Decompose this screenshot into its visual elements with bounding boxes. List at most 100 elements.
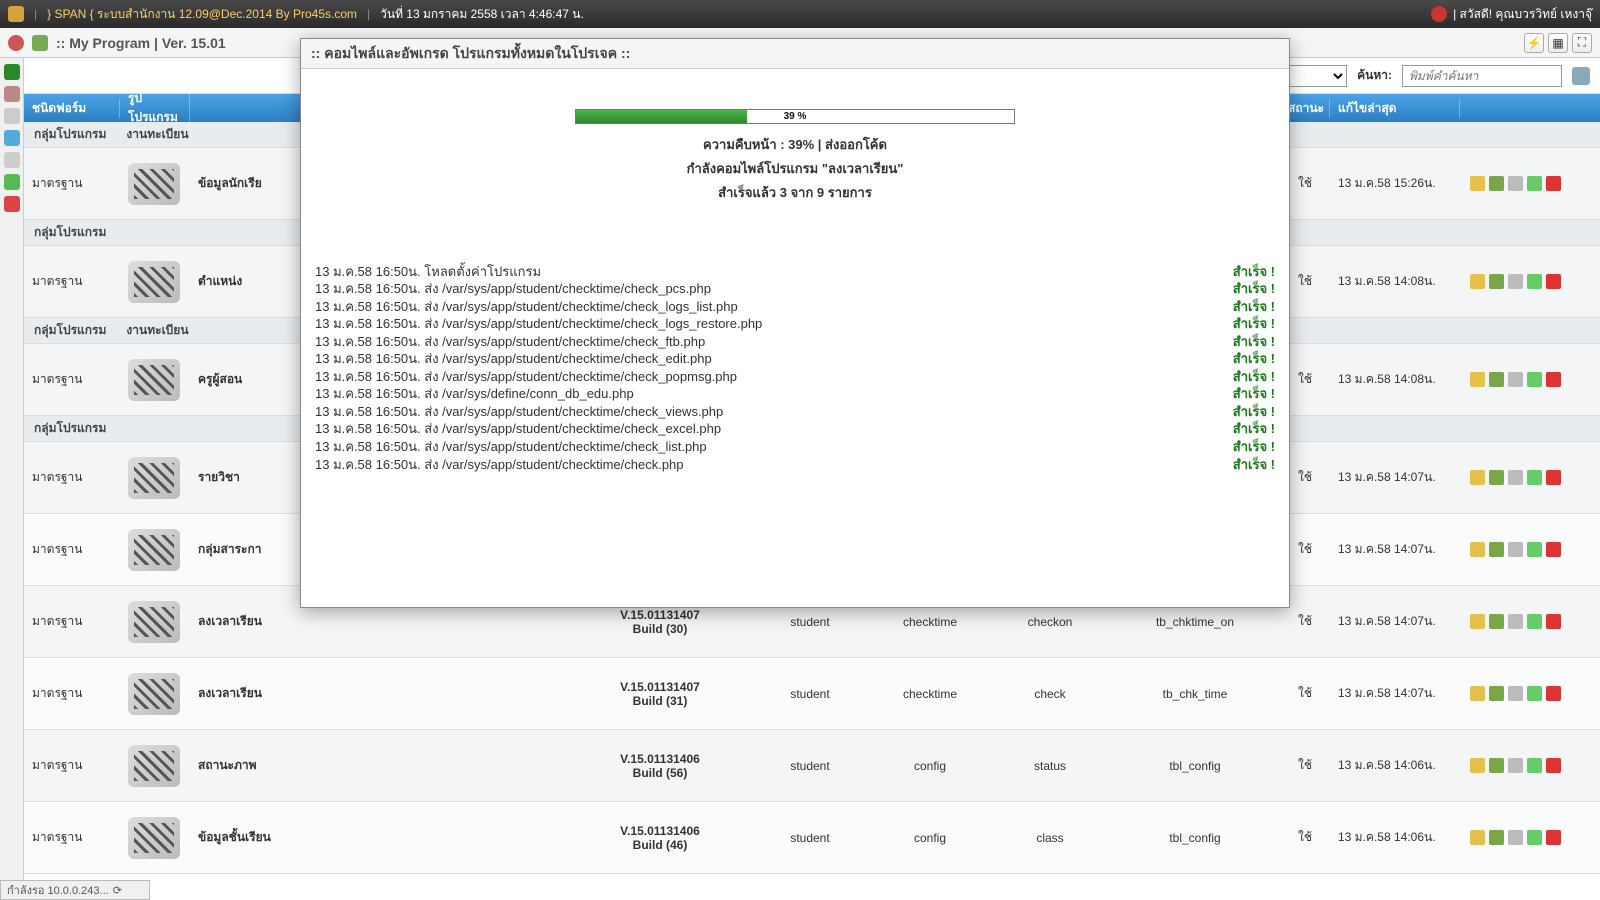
action-key-icon[interactable] xyxy=(1470,758,1485,773)
cell-image xyxy=(120,261,190,303)
action-delete-icon[interactable] xyxy=(1546,176,1561,191)
cell-module1: student xyxy=(750,687,870,701)
action-delete-icon[interactable] xyxy=(1546,470,1561,485)
action-palette-icon[interactable] xyxy=(1489,614,1504,629)
spring-icon xyxy=(128,745,180,787)
table-row[interactable]: มาตรฐานสถานะภาพV.15.01131406Build (56)st… xyxy=(24,730,1600,802)
cell-actions xyxy=(1460,614,1570,629)
search-icon[interactable] xyxy=(1572,67,1590,85)
table-row[interactable]: มาตรฐานข้อมูลชั้นเรียนV.15.01131406Build… xyxy=(24,802,1600,874)
action-key-icon[interactable] xyxy=(1470,470,1485,485)
table-row[interactable]: มาตรฐานลงเวลาเรียนV.15.01131407Build (31… xyxy=(24,658,1600,730)
app-title: } SPAN { ระบบสำนักงาน 12.09@Dec.2014 By … xyxy=(47,5,357,24)
cell-module2: config xyxy=(870,831,990,845)
rail-icon-3[interactable] xyxy=(4,108,20,124)
action-palette-icon[interactable] xyxy=(1489,758,1504,773)
spring-icon xyxy=(128,817,180,859)
col-image[interactable]: รูปโปรแกรม xyxy=(120,89,190,127)
action-copy-icon[interactable] xyxy=(1508,176,1523,191)
action-key-icon[interactable] xyxy=(1470,176,1485,191)
cell-date: 13 ม.ค.58 14:08น. xyxy=(1330,272,1460,291)
action-palette-icon[interactable] xyxy=(1489,542,1504,557)
action-edit-icon[interactable] xyxy=(1527,830,1542,845)
action-key-icon[interactable] xyxy=(1470,830,1485,845)
progress-status-1: ความคืบหน้า : 39% | ส่งออกโค้ด xyxy=(309,136,1281,154)
log-message: 13 ม.ค.58 16:50น. ส่ง /var/sys/app/stude… xyxy=(315,368,1225,386)
action-palette-icon[interactable] xyxy=(1489,686,1504,701)
action-palette-icon[interactable] xyxy=(1489,274,1504,289)
modal-body: 39 % ความคืบหน้า : 39% | ส่งออกโค้ด กำลั… xyxy=(301,69,1289,607)
action-key-icon[interactable] xyxy=(1470,372,1485,387)
action-copy-icon[interactable] xyxy=(1508,274,1523,289)
record-icon[interactable] xyxy=(8,35,24,51)
cell-module3: checkon xyxy=(990,615,1110,629)
log-line: 13 ม.ค.58 16:50น. ส่ง /var/sys/app/stude… xyxy=(315,298,1275,316)
bolt-icon: ⚡ xyxy=(1527,36,1542,50)
modal-title: :: คอมไพล์และอัพเกรด โปรแกรมทั้งหมดในโปร… xyxy=(301,39,1289,69)
compile-modal: :: คอมไพล์และอัพเกรด โปรแกรมทั้งหมดในโปร… xyxy=(300,38,1290,608)
action-palette-icon[interactable] xyxy=(1489,372,1504,387)
rail-icon-6[interactable] xyxy=(4,174,20,190)
action-copy-icon[interactable] xyxy=(1508,758,1523,773)
action-key-icon[interactable] xyxy=(1470,542,1485,557)
action-copy-icon[interactable] xyxy=(1508,542,1523,557)
cell-actions xyxy=(1460,686,1570,701)
action-delete-icon[interactable] xyxy=(1546,830,1561,845)
cell-module3: status xyxy=(990,759,1110,773)
rail-icon-7[interactable] xyxy=(4,196,20,212)
action-delete-icon[interactable] xyxy=(1546,542,1561,557)
log-message: 13 ม.ค.58 16:50น. ส่ง /var/sys/app/stude… xyxy=(315,438,1225,456)
rail-icon-2[interactable] xyxy=(4,86,20,102)
action-key-icon[interactable] xyxy=(1470,686,1485,701)
log-status: สำเร็จ ! xyxy=(1233,280,1275,298)
rail-icon-4[interactable] xyxy=(4,130,20,146)
cell-module1: student xyxy=(750,759,870,773)
action-edit-icon[interactable] xyxy=(1527,542,1542,557)
action-copy-icon[interactable] xyxy=(1508,372,1523,387)
bolt-button[interactable]: ⚡ xyxy=(1524,33,1544,53)
expand-button[interactable]: ⛶ xyxy=(1572,33,1592,53)
action-copy-icon[interactable] xyxy=(1508,830,1523,845)
action-palette-icon[interactable] xyxy=(1489,176,1504,191)
cell-table: tbl_config xyxy=(1110,831,1280,845)
log-status: สำเร็จ ! xyxy=(1233,438,1275,456)
alert-icon[interactable] xyxy=(1431,6,1447,22)
col-date[interactable]: แก้ไขล่าสุด xyxy=(1330,99,1460,118)
spring-icon xyxy=(128,163,180,205)
cell-module1: student xyxy=(750,615,870,629)
action-delete-icon[interactable] xyxy=(1546,686,1561,701)
action-key-icon[interactable] xyxy=(1470,274,1485,289)
log-status: สำเร็จ ! xyxy=(1233,420,1275,438)
action-edit-icon[interactable] xyxy=(1527,274,1542,289)
cell-module1: student xyxy=(750,831,870,845)
log-line: 13 ม.ค.58 16:50น. ส่ง /var/sys/app/stude… xyxy=(315,368,1275,386)
action-edit-icon[interactable] xyxy=(1527,686,1542,701)
action-palette-icon[interactable] xyxy=(1489,470,1504,485)
action-delete-icon[interactable] xyxy=(1546,614,1561,629)
search-input[interactable] xyxy=(1402,65,1562,87)
rail-icon-1[interactable] xyxy=(4,64,20,80)
action-edit-icon[interactable] xyxy=(1527,470,1542,485)
grid-button[interactable]: ▦ xyxy=(1548,33,1568,53)
action-copy-icon[interactable] xyxy=(1508,614,1523,629)
action-edit-icon[interactable] xyxy=(1527,176,1542,191)
action-delete-icon[interactable] xyxy=(1546,274,1561,289)
col-type[interactable]: ชนิดฟอร์ม xyxy=(24,99,120,118)
edit-icon[interactable] xyxy=(32,35,48,51)
action-palette-icon[interactable] xyxy=(1489,830,1504,845)
cell-actions xyxy=(1460,758,1570,773)
cell-name: สถานะภาพ xyxy=(190,756,570,775)
action-edit-icon[interactable] xyxy=(1527,372,1542,387)
rail-icon-5[interactable] xyxy=(4,152,20,168)
action-copy-icon[interactable] xyxy=(1508,686,1523,701)
log-message: 13 ม.ค.58 16:50น. โหลดตั้งค่าโปรแกรม xyxy=(315,263,1225,281)
action-edit-icon[interactable] xyxy=(1527,758,1542,773)
action-delete-icon[interactable] xyxy=(1546,372,1561,387)
spring-icon xyxy=(128,457,180,499)
action-key-icon[interactable] xyxy=(1470,614,1485,629)
log-line: 13 ม.ค.58 16:50น. ส่ง /var/sys/define/co… xyxy=(315,385,1275,403)
action-copy-icon[interactable] xyxy=(1508,470,1523,485)
cell-date: 13 ม.ค.58 14:06น. xyxy=(1330,756,1460,775)
action-delete-icon[interactable] xyxy=(1546,758,1561,773)
action-edit-icon[interactable] xyxy=(1527,614,1542,629)
